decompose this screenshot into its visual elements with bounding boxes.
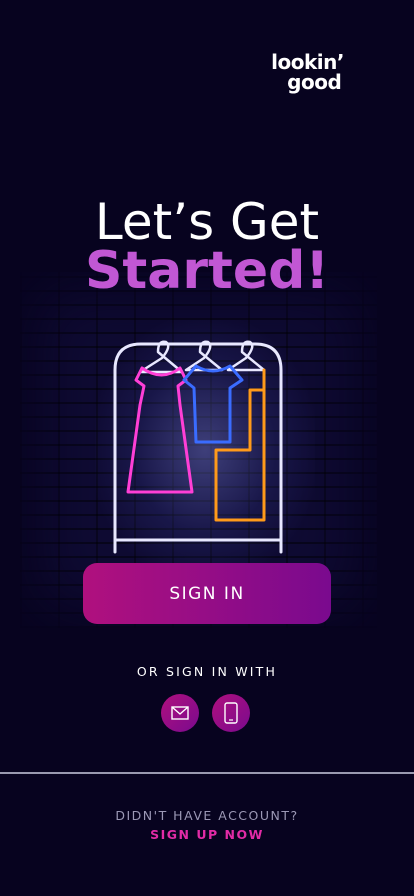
hero-title-line2: Started! [84,241,330,301]
brand-logo-line2: good [287,70,342,94]
no-account-prompt: DIDN'T HAVE ACCOUNT? [115,808,299,823]
mail-icon [171,706,189,720]
sign-up-link[interactable]: SIGN UP NOW [150,827,264,842]
phone-signin-button[interactable] [212,694,250,732]
mail-signin-button[interactable] [161,694,199,732]
neon-clothes-rack-illustration [113,340,283,554]
smartphone-icon [224,702,238,724]
brand-logo-line1: lookin’ [271,50,344,74]
sign-up-link-row: SIGN UP NOW [0,827,414,842]
sign-in-button[interactable]: SIGN IN [83,563,331,624]
alt-signin-label: OR SIGN IN WITH [136,664,278,679]
brand-logo: lookin’ good [271,52,344,92]
footer-divider [0,772,414,774]
